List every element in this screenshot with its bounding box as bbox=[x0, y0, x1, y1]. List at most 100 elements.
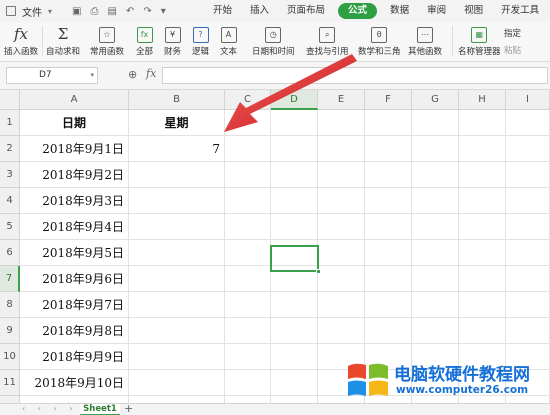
cell-h2[interactable] bbox=[459, 136, 506, 162]
cell-a10[interactable]: 2018年9月9日 bbox=[20, 344, 129, 370]
cell-c7[interactable] bbox=[225, 266, 271, 292]
tab-formulas[interactable]: 公式 bbox=[338, 3, 378, 19]
select-all-corner[interactable] bbox=[0, 90, 20, 110]
insert-function-button[interactable]: fx 插入函数 bbox=[4, 24, 38, 57]
cell-i4[interactable] bbox=[506, 188, 550, 214]
row-header-9[interactable]: 9 bbox=[0, 318, 20, 344]
cell-i1[interactable] bbox=[506, 110, 550, 136]
fx-icon[interactable]: fx bbox=[146, 67, 156, 80]
tab-developer[interactable]: 开发工具 bbox=[492, 0, 548, 22]
row-header-7[interactable]: 7 bbox=[0, 266, 20, 292]
common-functions-button[interactable]: ☆ 常用函数 bbox=[90, 24, 124, 57]
all-functions-button[interactable]: fx 全部 bbox=[136, 24, 153, 57]
cell-h9[interactable] bbox=[459, 318, 506, 344]
cell-a5[interactable]: 2018年9月4日 bbox=[20, 214, 129, 240]
cell-b12[interactable] bbox=[129, 396, 225, 403]
file-menu[interactable]: 文件 bbox=[22, 4, 42, 19]
tab-page-layout[interactable]: 页面布局 bbox=[278, 0, 334, 22]
cell-g3[interactable] bbox=[412, 162, 459, 188]
row-header-6[interactable]: 6 bbox=[0, 240, 20, 266]
cell-i5[interactable] bbox=[506, 214, 550, 240]
logic-button[interactable]: ? 逻辑 bbox=[192, 24, 209, 57]
row-header-10[interactable]: 10 bbox=[0, 344, 20, 370]
cell-h4[interactable] bbox=[459, 188, 506, 214]
cell-h5[interactable] bbox=[459, 214, 506, 240]
column-header-e[interactable]: E bbox=[318, 90, 365, 110]
cell-a12[interactable]: 2018年9月11日 bbox=[20, 396, 129, 403]
zoom-icon[interactable]: ⊕ bbox=[128, 68, 137, 81]
cell-f5[interactable] bbox=[365, 214, 412, 240]
cell-h7[interactable] bbox=[459, 266, 506, 292]
cell-b2[interactable]: 7 bbox=[129, 136, 225, 162]
cell-d2[interactable] bbox=[271, 136, 318, 162]
cell-b1[interactable]: 星期 bbox=[129, 110, 225, 136]
column-header-h[interactable]: H bbox=[459, 90, 506, 110]
chevron-down-icon[interactable]: ▾ bbox=[90, 68, 94, 83]
cell-f8[interactable] bbox=[365, 292, 412, 318]
cell-f9[interactable] bbox=[365, 318, 412, 344]
cell-i9[interactable] bbox=[506, 318, 550, 344]
cell-b5[interactable] bbox=[129, 214, 225, 240]
cell-c9[interactable] bbox=[225, 318, 271, 344]
menu-icon[interactable] bbox=[6, 6, 16, 16]
cell-f7[interactable] bbox=[365, 266, 412, 292]
finance-button[interactable]: ¥ 财务 bbox=[164, 24, 181, 57]
cell-f4[interactable] bbox=[365, 188, 412, 214]
cell-e1[interactable] bbox=[318, 110, 365, 136]
cell-e8[interactable] bbox=[318, 292, 365, 318]
paste-button[interactable]: 粘贴 bbox=[504, 44, 521, 56]
cell-e2[interactable] bbox=[318, 136, 365, 162]
cell-e6[interactable] bbox=[318, 240, 365, 266]
cell-g6[interactable] bbox=[412, 240, 459, 266]
cell-c11[interactable] bbox=[225, 370, 271, 396]
cell-d3[interactable] bbox=[271, 162, 318, 188]
other-functions-button[interactable]: ⋯ 其他函数 bbox=[408, 24, 442, 57]
cell-e4[interactable] bbox=[318, 188, 365, 214]
datetime-button[interactable]: ◷ 日期和时间 bbox=[252, 24, 295, 57]
cell-b9[interactable] bbox=[129, 318, 225, 344]
cell-e3[interactable] bbox=[318, 162, 365, 188]
cell-d1[interactable] bbox=[271, 110, 318, 136]
cell-c5[interactable] bbox=[225, 214, 271, 240]
print-preview-icon[interactable]: ▤ bbox=[107, 6, 116, 17]
row-header-2[interactable]: 2 bbox=[0, 136, 20, 162]
chevron-down-icon[interactable]: ▾ bbox=[48, 7, 52, 16]
cell-h3[interactable] bbox=[459, 162, 506, 188]
tab-insert[interactable]: 插入 bbox=[241, 0, 278, 22]
cell-c6[interactable] bbox=[225, 240, 271, 266]
cell-b10[interactable] bbox=[129, 344, 225, 370]
cell-e9[interactable] bbox=[318, 318, 365, 344]
cell-g9[interactable] bbox=[412, 318, 459, 344]
cell-c2[interactable] bbox=[225, 136, 271, 162]
name-box[interactable]: D7 ▾ bbox=[6, 67, 98, 84]
column-header-b[interactable]: B bbox=[129, 90, 225, 110]
cell-a9[interactable]: 2018年9月8日 bbox=[20, 318, 129, 344]
row-header-11[interactable]: 11 bbox=[0, 370, 20, 396]
cell-i6[interactable] bbox=[506, 240, 550, 266]
cell-a11[interactable]: 2018年9月10日 bbox=[20, 370, 129, 396]
cell-i2[interactable] bbox=[506, 136, 550, 162]
specify-button[interactable]: 指定 bbox=[504, 27, 521, 39]
cell-c4[interactable] bbox=[225, 188, 271, 214]
cell-d12[interactable] bbox=[271, 396, 318, 403]
cell-f1[interactable] bbox=[365, 110, 412, 136]
column-header-c[interactable]: C bbox=[225, 90, 271, 110]
cell-b7[interactable] bbox=[129, 266, 225, 292]
cell-b6[interactable] bbox=[129, 240, 225, 266]
cell-a7[interactable]: 2018年9月6日 bbox=[20, 266, 129, 292]
lookup-button[interactable]: ⌕ 查找与引用 bbox=[306, 24, 349, 57]
cell-b8[interactable] bbox=[129, 292, 225, 318]
column-header-f[interactable]: F bbox=[365, 90, 412, 110]
more-icon[interactable]: ▾ bbox=[161, 6, 166, 17]
undo-icon[interactable]: ↶ bbox=[126, 6, 134, 17]
sheet-nav-arrows[interactable]: ‹ ‹ › › bbox=[22, 404, 77, 413]
row-header-3[interactable]: 3 bbox=[0, 162, 20, 188]
cell-g4[interactable] bbox=[412, 188, 459, 214]
tab-view[interactable]: 视图 bbox=[455, 0, 492, 22]
cell-f2[interactable] bbox=[365, 136, 412, 162]
cell-b3[interactable] bbox=[129, 162, 225, 188]
text-button[interactable]: A 文本 bbox=[220, 24, 237, 57]
cell-h1[interactable] bbox=[459, 110, 506, 136]
add-sheet-button[interactable]: + bbox=[124, 402, 133, 415]
cell-h8[interactable] bbox=[459, 292, 506, 318]
